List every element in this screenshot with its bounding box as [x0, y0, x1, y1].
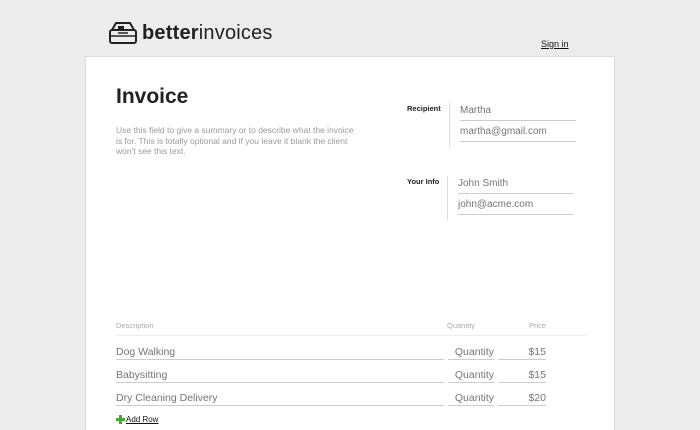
- invoice-card: Invoice Use this field to give a summary…: [85, 56, 615, 430]
- row-quantity-input[interactable]: [448, 345, 494, 360]
- your-info-label: Your Info: [407, 177, 440, 186]
- brand-logo[interactable]: betterinvoices: [108, 20, 273, 46]
- recipient-block: [449, 103, 579, 147]
- row-price-input[interactable]: [498, 345, 546, 360]
- add-row-label: Add Row: [126, 415, 159, 424]
- invoice-stack-icon: [109, 22, 137, 44]
- invoice-title: Invoice: [116, 85, 189, 108]
- plus-icon: [116, 415, 125, 424]
- sign-in-link[interactable]: Sign in: [541, 39, 569, 49]
- top-bar: betterinvoices Sign in: [0, 0, 700, 56]
- column-header-quantity: Quantity: [447, 321, 475, 330]
- your-name-input[interactable]: [458, 176, 574, 194]
- your-info-block: [447, 176, 577, 220]
- header-divider: [116, 335, 586, 336]
- brand-name-light: invoices: [198, 21, 273, 44]
- row-price-input[interactable]: [498, 391, 546, 406]
- row-description-input[interactable]: [116, 368, 444, 383]
- row-description-input[interactable]: [116, 345, 444, 360]
- column-header-description: Description: [116, 321, 154, 330]
- row-price-input[interactable]: [498, 368, 546, 383]
- invoice-summary-field[interactable]: Use this field to give a summary or to d…: [116, 125, 356, 157]
- add-row-button[interactable]: Add Row: [116, 415, 158, 424]
- row-description-input[interactable]: [116, 391, 444, 406]
- recipient-label: Recipient: [407, 104, 441, 113]
- row-quantity-input[interactable]: [448, 391, 494, 406]
- recipient-name-input[interactable]: [460, 103, 576, 121]
- brand-name-bold: better: [142, 21, 199, 44]
- your-email-input[interactable]: [458, 197, 574, 215]
- column-header-price: Price: [529, 321, 547, 330]
- row-quantity-input[interactable]: [448, 368, 494, 383]
- brand-name: betterinvoices: [142, 22, 273, 45]
- recipient-email-input[interactable]: [460, 124, 576, 142]
